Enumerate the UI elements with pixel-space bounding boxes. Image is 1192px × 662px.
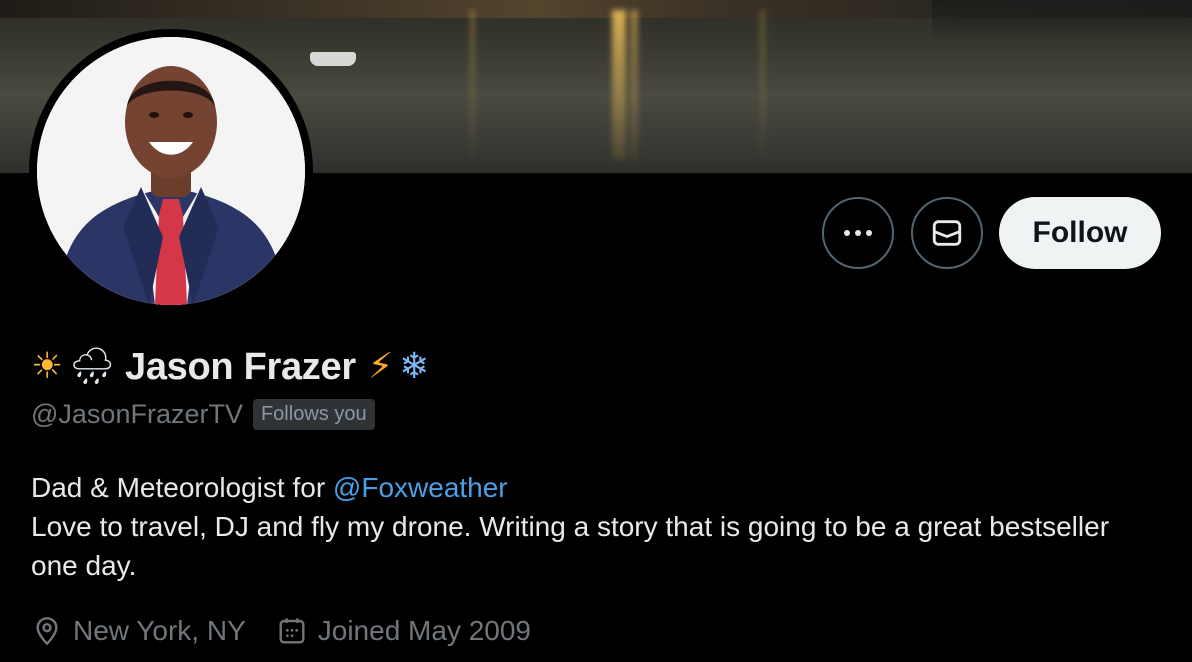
profile-handle: @JasonFrazerTV xyxy=(31,398,243,429)
follow-button[interactable]: Follow xyxy=(999,197,1161,269)
bio-text: Dad & Meteorologist for xyxy=(31,472,333,503)
rain-cloud-emoji-icon: 🌧 xyxy=(69,346,115,387)
profile-bio: Dad & Meteorologist for @Foxweather Love… xyxy=(31,468,1131,585)
snowflake-emoji-icon: ❄ xyxy=(399,346,430,387)
banner-light-reflection xyxy=(612,10,626,160)
joined-item: Joined May 2009 xyxy=(276,615,531,647)
bio-mention-link[interactable]: @Foxweather xyxy=(333,472,508,503)
lightning-emoji-icon: ⚡ xyxy=(367,346,394,387)
calendar-icon xyxy=(279,618,305,644)
location-item: New York, NY xyxy=(31,615,246,647)
banner-shore xyxy=(932,0,1192,40)
profile-handle-row: @JasonFrazerTV Follows you xyxy=(31,396,375,432)
banner-light-reflection xyxy=(630,10,638,160)
profile-name: Jason Frazer xyxy=(124,345,356,388)
avatar-photo xyxy=(37,37,305,305)
envelope-icon xyxy=(932,220,962,246)
sun-emoji-icon: ☀ xyxy=(31,346,64,387)
more-horizontal-icon xyxy=(844,230,872,236)
banner-light-reflection xyxy=(760,10,765,160)
follows-you-badge: Follows you xyxy=(252,398,375,430)
location-text: New York, NY xyxy=(73,615,246,646)
banner-light-reflection xyxy=(470,10,475,160)
profile-name-row: ☀ 🌧 Jason Frazer ⚡ ❄ xyxy=(31,342,429,392)
profile-meta-row: New York, NY Joined May 2009 xyxy=(31,611,561,651)
profile-avatar[interactable] xyxy=(29,29,313,313)
banner-boat xyxy=(310,52,356,66)
bio-line-2: Love to travel, DJ and fly my drone. Wri… xyxy=(31,511,1110,581)
bio-line-1: Dad & Meteorologist for @Foxweather xyxy=(31,468,1131,507)
joined-text: Joined May 2009 xyxy=(317,615,532,646)
more-options-button[interactable] xyxy=(822,197,894,269)
location-pin-icon xyxy=(36,617,58,646)
message-button[interactable] xyxy=(911,197,983,269)
avatar-portrait-image xyxy=(37,37,305,305)
